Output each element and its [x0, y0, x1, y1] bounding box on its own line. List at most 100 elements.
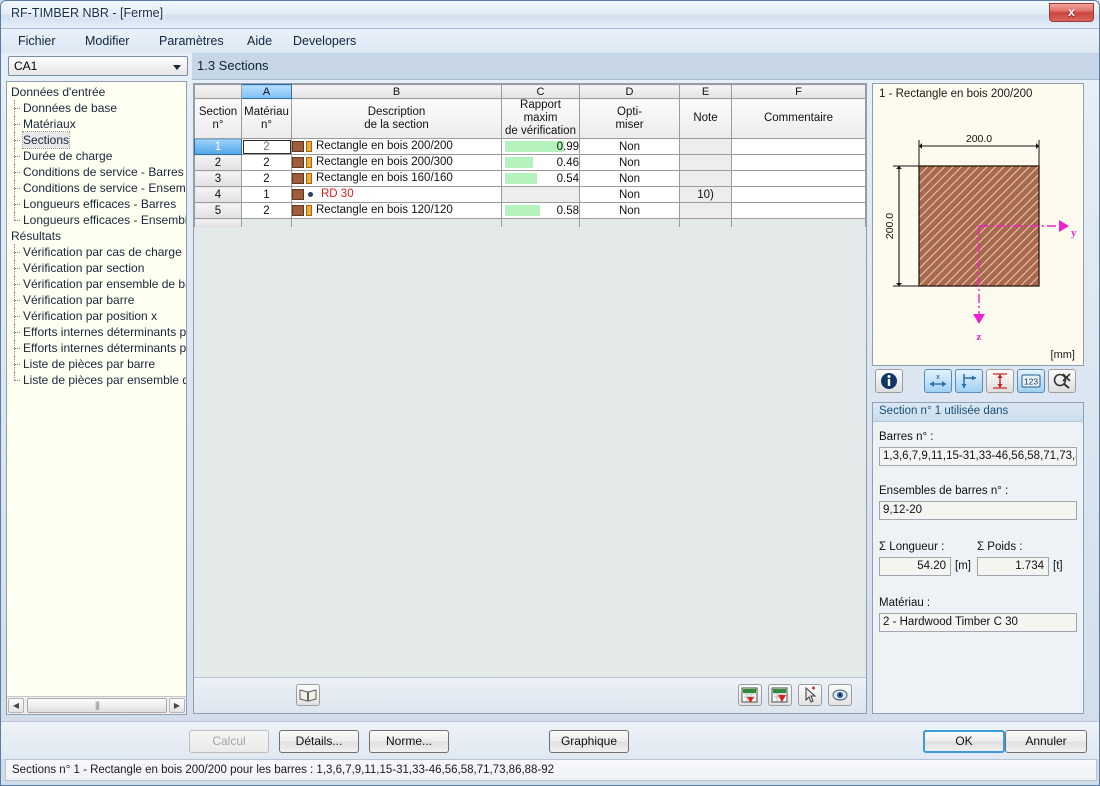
cell-note[interactable] [679, 202, 732, 219]
cell-description[interactable]: Rectangle en bois 120/120 [291, 202, 502, 219]
export-excel-icon[interactable] [738, 684, 762, 706]
cell-comment[interactable] [731, 138, 866, 155]
sections-table[interactable]: ABCDEF Section n° Matériau n° Description de … [194, 84, 866, 227]
library-icon[interactable] [296, 684, 320, 706]
cell-description[interactable]: RD 30 [291, 186, 502, 203]
row-header[interactable]: 1 [194, 138, 242, 155]
scroll-right-icon[interactable]: ▶ [169, 698, 185, 713]
navigation-tree[interactable]: Données d'entrée Données de base Matériaux… [7, 84, 186, 692]
cell-optimise[interactable]: Non [579, 202, 680, 219]
ok-button[interactable]: OK [923, 730, 1005, 753]
close-icon[interactable]: x [1049, 3, 1094, 22]
cell-comment[interactable] [731, 170, 866, 187]
cancel-button[interactable]: Annuler [1005, 730, 1087, 753]
menu-item-developers[interactable]: Developers [286, 33, 363, 50]
menu-item-fichier[interactable]: Fichier [11, 33, 63, 50]
cell-material-number[interactable]: 2 [241, 138, 292, 155]
table-row[interactable]: 4 1 RD 30 Non 10) [194, 186, 866, 203]
cell-comment[interactable] [731, 154, 866, 171]
row-header[interactable]: 2 [194, 154, 242, 171]
tree-item-longueurs-efficaces-barres[interactable]: Longueurs efficaces - Barres [7, 196, 186, 212]
view-icon[interactable] [828, 684, 852, 706]
cell-design-ratio[interactable]: 0.99 [501, 138, 580, 155]
dimension-x-icon[interactable]: x [924, 369, 952, 393]
numbering-icon[interactable]: 123 [1017, 369, 1045, 393]
menu-item-aide[interactable]: Aide [240, 33, 279, 50]
cell-material-number[interactable]: 2 [241, 170, 292, 187]
graphique-button[interactable]: Graphique [549, 730, 629, 753]
cell-note[interactable]: 10) [679, 186, 732, 203]
cell-optimise[interactable]: Non [579, 186, 680, 203]
cell-material-number[interactable]: 2 [241, 154, 292, 171]
info-icon[interactable] [875, 369, 903, 393]
total-length-field[interactable]: 54.20 [879, 557, 951, 576]
details-button[interactable]: Détails... [279, 730, 359, 753]
table-row[interactable]: 2 2 Rectangle en bois 200/300 0.46 Non [194, 154, 866, 171]
row-header[interactable]: 3 [194, 170, 242, 187]
tree-item-r-sultats[interactable]: Résultats [7, 228, 186, 244]
table-row[interactable]: 5 2 Rectangle en bois 120/120 0.58 Non [194, 202, 866, 219]
tree-item-v-rification-par-barre[interactable]: Vérification par barre [7, 292, 186, 308]
cell-optimise[interactable]: Non [579, 138, 680, 155]
norme-button[interactable]: Norme... [369, 730, 449, 753]
cell-design-ratio[interactable]: 0.54 [501, 170, 580, 187]
load-case-combo[interactable]: CA1 [8, 56, 188, 76]
tree-item-conditions-de-service-ensembles-de-barres[interactable]: Conditions de service - Ensembles de bar… [7, 180, 186, 196]
column-letter-E[interactable]: E [679, 84, 732, 99]
cell-material-number[interactable]: 2 [241, 202, 292, 219]
cell-description[interactable]: Rectangle en bois 200/200 [291, 138, 502, 155]
axes-icon[interactable] [955, 369, 983, 393]
tree-item-dur-e-de-charge[interactable]: Durée de charge [7, 148, 186, 164]
tree-item-liste-de-pi-ces-par-ensemble-de-barres[interactable]: Liste de pièces par ensemble de barres [7, 372, 186, 388]
cell-note[interactable] [679, 154, 732, 171]
tree-item-liste-de-pi-ces-par-barre[interactable]: Liste de pièces par barre [7, 356, 186, 372]
scroll-left-icon[interactable]: ◀ [8, 698, 24, 713]
tree-item-v-rification-par-position-x[interactable]: Vérification par position x [7, 308, 186, 324]
dimension-z-icon[interactable] [986, 369, 1014, 393]
tree-item-donn-es-d-entr-e[interactable]: Données d'entrée [7, 84, 186, 100]
bars-field[interactable]: 1,3,6,7,9,11,15-31,33-46,56,58,71,73,86,… [879, 447, 1077, 466]
member-sets-field[interactable]: 9,12-20 [879, 501, 1077, 520]
tree-item-v-rification-par-cas-de-charge[interactable]: Vérification par cas de charge [7, 244, 186, 260]
cell-note[interactable] [679, 170, 732, 187]
tree-item-longueurs-efficaces-ensembles-de-barres[interactable]: Longueurs efficaces - Ensembles de barre… [7, 212, 186, 228]
cell-description[interactable]: Rectangle en bois 160/160 [291, 170, 502, 187]
tree-item-mat-riaux[interactable]: Matériaux [7, 116, 186, 132]
tree-item-donn-es-de-base[interactable]: Données de base [7, 100, 186, 116]
scrollbar-thumb[interactable] [27, 698, 167, 713]
cell-design-ratio[interactable]: 0.58 [501, 202, 580, 219]
column-letter-B[interactable]: B [291, 84, 502, 99]
row-header[interactable]: 4 [194, 186, 242, 203]
cell-optimise[interactable]: Non [579, 154, 680, 171]
cell-comment[interactable] [731, 186, 866, 203]
table-body[interactable]: 1 2 Rectangle en bois 200/200 0.99 Non 2 2 Rect… [194, 138, 866, 227]
column-letter-row[interactable]: ABCDEF [194, 84, 866, 99]
calcul-button[interactable]: Calcul [189, 730, 269, 753]
total-weight-field[interactable]: 1.734 [977, 557, 1049, 576]
column-letter-C[interactable]: C [501, 84, 580, 99]
tree-item-sections[interactable]: Sections [7, 131, 186, 149]
tree-item-conditions-de-service-barres[interactable]: Conditions de service - Barres [7, 164, 186, 180]
tree-item-v-rification-par-section[interactable]: Vérification par section [7, 260, 186, 276]
grid-corner[interactable] [194, 84, 242, 99]
menu-item-modifier[interactable]: Modifier [78, 33, 136, 50]
row-header[interactable]: 5 [194, 202, 242, 219]
tree-item-efforts-internes-d-terminants-par-ensemble-de-barres[interactable]: Efforts internes déterminants par ensemb… [7, 340, 186, 356]
pick-icon[interactable] [798, 684, 822, 706]
cell-design-ratio[interactable]: 0.46 [501, 154, 580, 171]
column-letter-A[interactable]: A [241, 84, 292, 99]
cell-note[interactable] [679, 138, 732, 155]
zoom-reset-icon[interactable] [1048, 369, 1076, 393]
cell-description[interactable]: Rectangle en bois 200/300 [291, 154, 502, 171]
cell-material-number[interactable]: 1 [241, 186, 292, 203]
cell-design-ratio[interactable] [501, 186, 580, 203]
import-excel-icon[interactable] [768, 684, 792, 706]
tree-item-efforts-internes-d-terminants-par-barre[interactable]: Efforts internes déterminants par barre [7, 324, 186, 340]
table-row[interactable]: 1 2 Rectangle en bois 200/200 0.99 Non [194, 138, 866, 155]
menu-item-paramtres[interactable]: Paramètres [152, 33, 231, 50]
material-field[interactable]: 2 - Hardwood Timber C 30 [879, 613, 1077, 632]
tree-horizontal-scrollbar[interactable]: ◀ ▶ [7, 696, 186, 714]
cell-optimise[interactable]: Non [579, 170, 680, 187]
table-row[interactable]: 3 2 Rectangle en bois 160/160 0.54 Non [194, 170, 866, 187]
column-letter-F[interactable]: F [731, 84, 866, 99]
